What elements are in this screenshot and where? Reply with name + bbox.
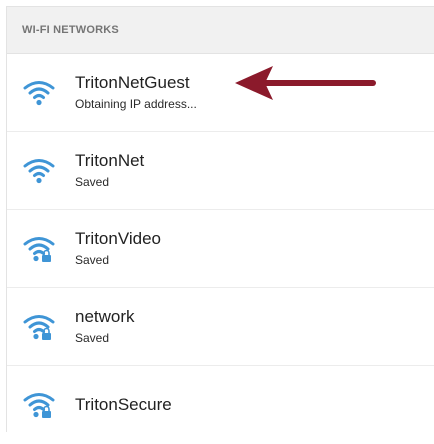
wifi-lock-icon: [21, 390, 57, 420]
wifi-networks-panel: WI-FI NETWORKS TritonNetGuest Obtaining …: [6, 6, 434, 432]
network-name: TritonNetGuest: [75, 73, 190, 92]
wifi-lock-icon: [21, 234, 57, 264]
network-status: Obtaining IP address...: [75, 97, 197, 111]
section-title: WI-FI NETWORKS: [22, 24, 119, 36]
network-row-tritonvideo[interactable]: TritonVideo Saved: [7, 210, 434, 288]
network-status: Saved: [75, 175, 110, 189]
network-name: network: [75, 307, 135, 326]
network-name: TritonVideo: [75, 229, 161, 248]
network-name: TritonNet: [75, 151, 145, 170]
network-name: TritonSecure: [75, 395, 172, 414]
network-row-network[interactable]: network Saved: [7, 288, 434, 366]
network-row-tritonnet[interactable]: TritonNet Saved: [7, 132, 434, 210]
network-row-tritonnetguest[interactable]: TritonNetGuest Obtaining IP address...: [7, 54, 434, 132]
network-row-tritonsecure[interactable]: TritonSecure: [7, 366, 434, 444]
wifi-lock-icon: [21, 312, 57, 342]
wifi-icon: [21, 78, 57, 108]
network-status: Saved: [75, 253, 110, 267]
section-header: WI-FI NETWORKS: [7, 7, 434, 54]
arrow-left-icon: [235, 64, 377, 107]
network-status: Saved: [75, 331, 110, 345]
wifi-icon: [21, 156, 57, 186]
